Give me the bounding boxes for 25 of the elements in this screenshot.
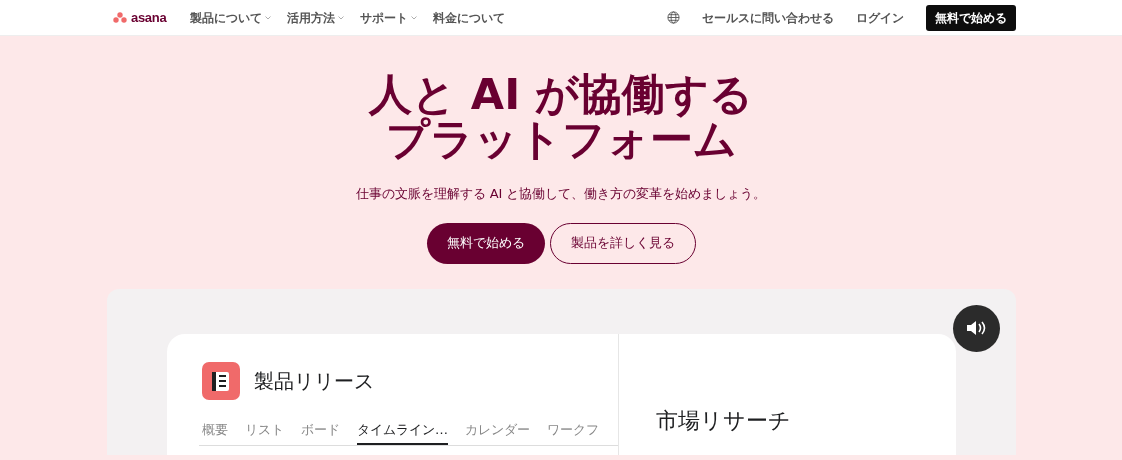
project-title: 製品リリース (254, 367, 374, 395)
nav-menu-item[interactable]: サポート (360, 8, 418, 27)
view-tab[interactable]: リスト (245, 419, 284, 445)
globe-icon[interactable] (667, 11, 680, 24)
hero-subtitle: 仕事の文脈を理解する AI と協働して、働き方の変革を始めましょう。 (354, 185, 768, 203)
hero-title: 人と AI が協働する (367, 72, 755, 117)
hero-title: プラットフォーム (385, 117, 737, 162)
view-tab[interactable]: ワークフ (547, 419, 599, 445)
view-tab[interactable]: 概要 (202, 419, 228, 445)
speaker-icon (965, 320, 988, 336)
nav-menu-item[interactable]: 活用方法 (287, 8, 345, 27)
view-tab[interactable]: タイムライン… (357, 419, 448, 445)
view-tab[interactable]: ボード (301, 419, 340, 445)
start-free-button[interactable]: 無料で始める (426, 222, 545, 264)
notebook-icon (202, 361, 240, 400)
logo-icon (113, 12, 127, 23)
logo-text[interactable]: asana (131, 7, 167, 28)
start-free-button[interactable]: 無料で始める (926, 4, 1016, 31)
panel-title: 市場リサーチ (655, 406, 792, 435)
view-tab[interactable]: カレンダー (465, 419, 530, 445)
nav-menu-item[interactable]: 製品について (190, 8, 272, 27)
nav-menu-item[interactable]: 料金について (433, 8, 506, 27)
sound-button[interactable] (953, 304, 1000, 352)
contact-sales-link[interactable]: セールスに問い合わせる (702, 8, 834, 27)
login-link[interactable]: ログイン (856, 8, 904, 27)
